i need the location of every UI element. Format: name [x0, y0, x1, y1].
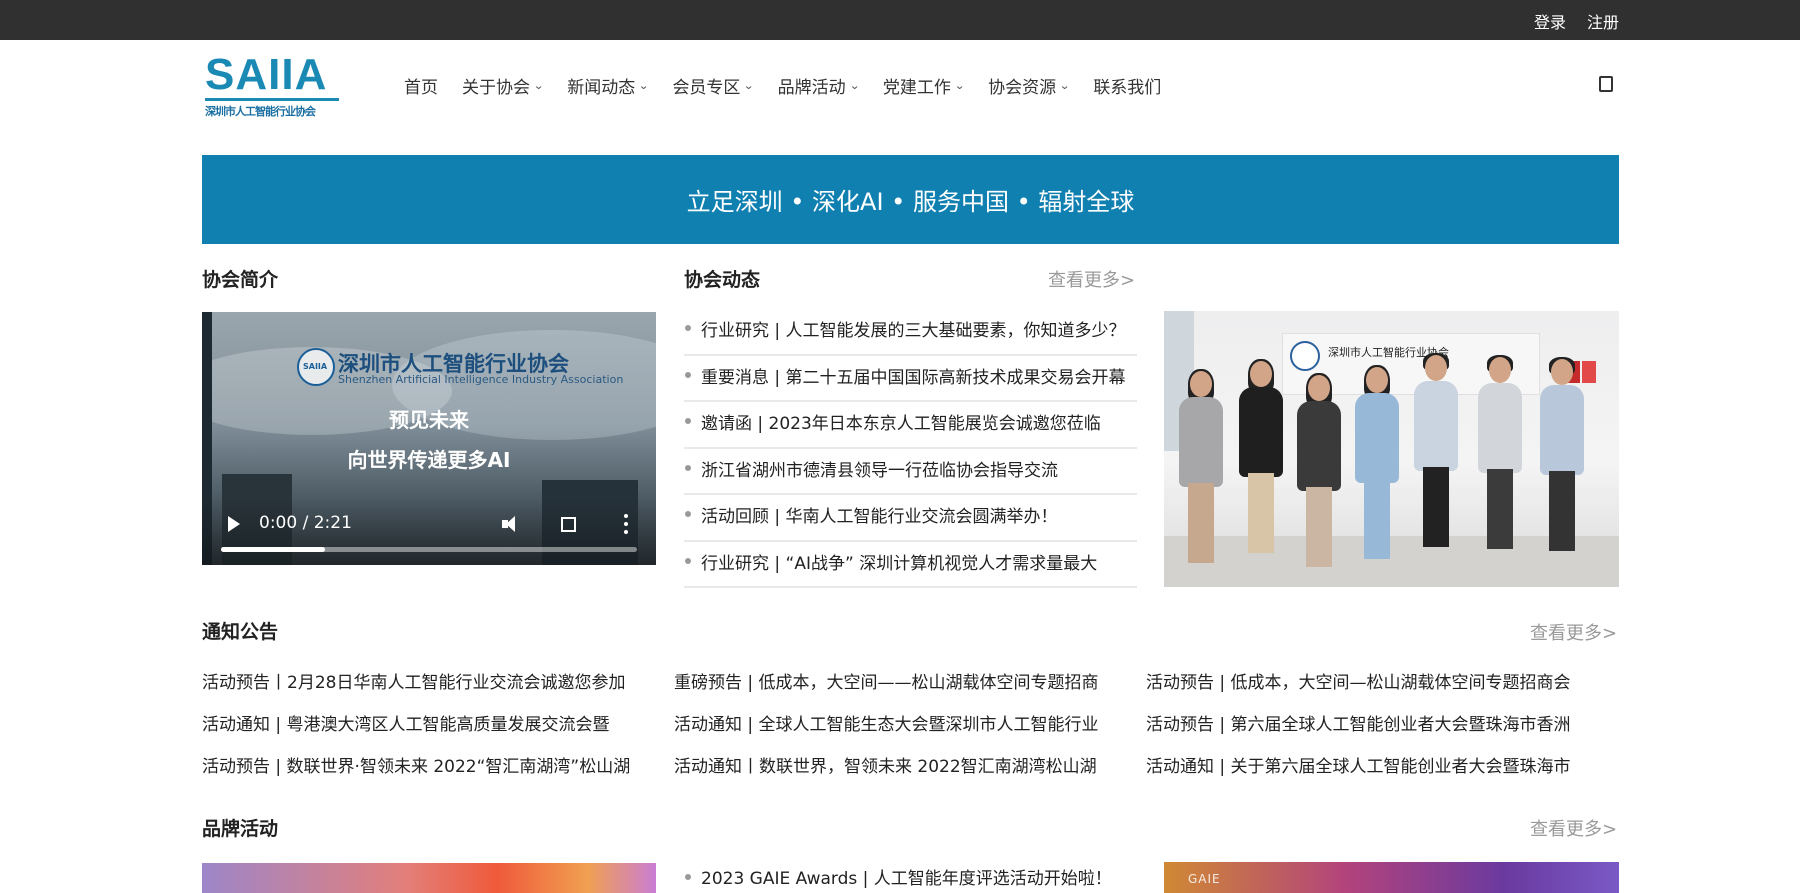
- notice-item[interactable]: 重磅预告 | 低成本，大空间——松山湖载体空间专题招商: [674, 668, 1126, 710]
- site-header: SAIIA 深圳市人工智能行业协会 首页 关于协会 ⌄ 新闻动态 ⌄ 会员专区 ⌄ 品…: [0, 40, 1800, 134]
- news-item[interactable]: 重要消息 | 第二十五届中国国际高新技术成果交易会开幕: [684, 356, 1137, 402]
- photo-person: [1352, 365, 1402, 577]
- login-link[interactable]: 登录: [1534, 9, 1566, 33]
- news-section-title: 协会动态: [684, 269, 761, 291]
- video-time: 0:00 / 2:21: [259, 513, 352, 533]
- nav-contact[interactable]: 联系我们: [1093, 73, 1161, 98]
- news-item[interactable]: 邀请函 | 2023年日本东京人工智能展览会诚邀您莅临: [684, 402, 1137, 449]
- notices-more-link[interactable]: 查看更多>: [1530, 619, 1617, 645]
- nav-label: 党建工作: [882, 78, 951, 98]
- news-item[interactable]: 活动回顾 | 华南人工智能行业交流会圆满举办！: [684, 495, 1137, 542]
- photo-person: [1536, 357, 1588, 579]
- photo-person: [1294, 373, 1344, 575]
- chevron-down-icon: ⌄: [848, 79, 860, 92]
- top-bar: 登录 注册: [0, 0, 1800, 40]
- brand-more-link[interactable]: 查看更多>: [1530, 815, 1617, 841]
- nav-home[interactable]: 首页: [404, 73, 438, 98]
- news-photo[interactable]: 深圳市人工智能行业协会: [1164, 311, 1619, 587]
- nav-about[interactable]: 关于协会 ⌄: [462, 73, 545, 98]
- photo-person: [1474, 355, 1526, 577]
- photo-person: [1176, 369, 1226, 571]
- photo-person: [1236, 359, 1286, 571]
- photo-wall-logo-icon: [1290, 341, 1320, 371]
- notice-item[interactable]: 活动通知丨数联世界，智领未来 2022智汇南湖湾松山湖: [674, 752, 1126, 794]
- notices-column-3: 活动预告 | 低成本，大空间—松山湖载体空间专题招商会 活动预告 | 第六届全球…: [1146, 668, 1598, 794]
- chevron-down-icon: ⌄: [953, 79, 966, 92]
- video-caption-line2: 向世界传递更多AI: [347, 448, 511, 472]
- logo-underline: [205, 98, 339, 101]
- notice-item[interactable]: 活动预告 | 数联世界·智领未来 2022“智汇南湖湾”松山湖: [202, 752, 654, 794]
- video-org-name-en: Shenzhen Artificial Intelligence Industr…: [338, 373, 624, 386]
- photo-person: [1410, 353, 1462, 575]
- nav-label: 会员专区: [672, 78, 741, 98]
- chevron-down-icon: ⌄: [1059, 79, 1071, 92]
- nav-party-work[interactable]: 党建工作 ⌄: [882, 73, 966, 98]
- nav-members[interactable]: 会员专区 ⌄: [672, 73, 755, 98]
- brand-event-image[interactable]: [202, 863, 656, 893]
- notice-item[interactable]: 活动预告 | 第六届全球人工智能创业者大会暨珠海市香洲: [1146, 710, 1598, 752]
- nav-label: 品牌活动: [777, 78, 846, 98]
- notices-column-2: 重磅预告 | 低成本，大空间——松山湖载体空间专题招商 活动通知 | 全球人工智…: [674, 668, 1126, 794]
- main-nav: 首页 关于协会 ⌄ 新闻动态 ⌄ 会员专区 ⌄ 品牌活动 ⌄ 党建工作 ⌄ 协会资源 ⌄ 联…: [404, 73, 1185, 98]
- register-link[interactable]: 注册: [1587, 9, 1619, 33]
- video-caption-line1: 预见未来: [389, 408, 469, 432]
- fullscreen-icon[interactable]: [561, 517, 576, 532]
- notice-item[interactable]: 活动通知 | 关于第六届全球人工智能创业者大会暨珠海市: [1146, 752, 1598, 794]
- video-controls: 0:00 / 2:21: [202, 497, 656, 565]
- news-item[interactable]: 行业研究 | “AI战争” 深圳计算机视觉人才需求量最大: [684, 542, 1137, 588]
- video-progress-bar[interactable]: [221, 547, 637, 552]
- nav-label: 首页: [404, 78, 438, 98]
- logo-subtitle: 深圳市人工智能行业协会: [205, 105, 316, 118]
- nav-brand-events[interactable]: 品牌活动 ⌄: [777, 73, 860, 98]
- news-list: 行业研究 | 人工智能发展的三大基础要素，你知道多少？ 重要消息 | 第二十五届…: [684, 309, 1137, 588]
- notice-item[interactable]: 活动通知 | 全球人工智能生态大会暨深圳市人工智能行业: [674, 710, 1126, 752]
- site-logo[interactable]: SAIIA 深圳市人工智能行业协会: [205, 50, 345, 120]
- video-logo-mark: SAIIA: [303, 362, 328, 371]
- video-progress-fill: [221, 547, 325, 552]
- search-icon[interactable]: [1599, 76, 1613, 92]
- notice-item[interactable]: 活动预告 | 低成本，大空间—松山湖载体空间专题招商会: [1146, 668, 1598, 710]
- nav-resources[interactable]: 协会资源 ⌄: [988, 73, 1071, 98]
- chevron-down-icon: ⌄: [533, 79, 545, 92]
- news-more-link[interactable]: 查看更多>: [1048, 266, 1135, 292]
- brand-news-item[interactable]: 2023 GAIE Awards | 人工智能年度评选活动开始啦！: [684, 864, 1137, 889]
- chevron-down-icon: ⌄: [638, 79, 650, 92]
- notice-item[interactable]: 活动预告丨2月28日华南人工智能行业交流会诚邀您参加: [202, 668, 654, 710]
- logo-mark: SAIIA: [205, 50, 328, 99]
- nav-label: 协会资源: [988, 78, 1057, 98]
- slogan-banner: 立足深圳 • 深化AI • 服务中国 • 辐射全球: [202, 155, 1619, 244]
- chevron-down-icon: ⌄: [743, 79, 755, 92]
- nav-label: 关于协会: [462, 78, 530, 98]
- brand-section-title: 品牌活动: [202, 818, 279, 840]
- nav-label: 新闻动态: [567, 78, 636, 98]
- play-icon[interactable]: [228, 516, 240, 532]
- nav-news[interactable]: 新闻动态 ⌄: [567, 73, 650, 98]
- nav-label: 联系我们: [1093, 78, 1162, 98]
- brand-image-label: GAIE: [1188, 872, 1221, 886]
- news-item[interactable]: 浙江省湖州市德清县领导一行莅临协会指导交流: [684, 449, 1137, 495]
- notice-item[interactable]: 活动通知 | 粤港澳大湾区人工智能高质量发展交流会暨: [202, 710, 654, 752]
- notices-section-title: 通知公告: [202, 621, 279, 643]
- notices-column-1: 活动预告丨2月28日华南人工智能行业交流会诚邀您参加 活动通知 | 粤港澳大湾区…: [202, 668, 654, 794]
- intro-section-title: 协会简介: [202, 269, 279, 291]
- association-logo-icon: SAIIA: [297, 348, 335, 386]
- volume-icon[interactable]: [502, 516, 520, 532]
- intro-video-player[interactable]: SAIIA 深圳市人工智能行业协会 Shenzhen Artificial In…: [202, 312, 656, 565]
- news-item[interactable]: 行业研究 | 人工智能发展的三大基础要素，你知道多少？: [684, 309, 1137, 356]
- brand-event-image[interactable]: GAIE: [1164, 862, 1619, 893]
- more-options-icon[interactable]: [624, 514, 628, 534]
